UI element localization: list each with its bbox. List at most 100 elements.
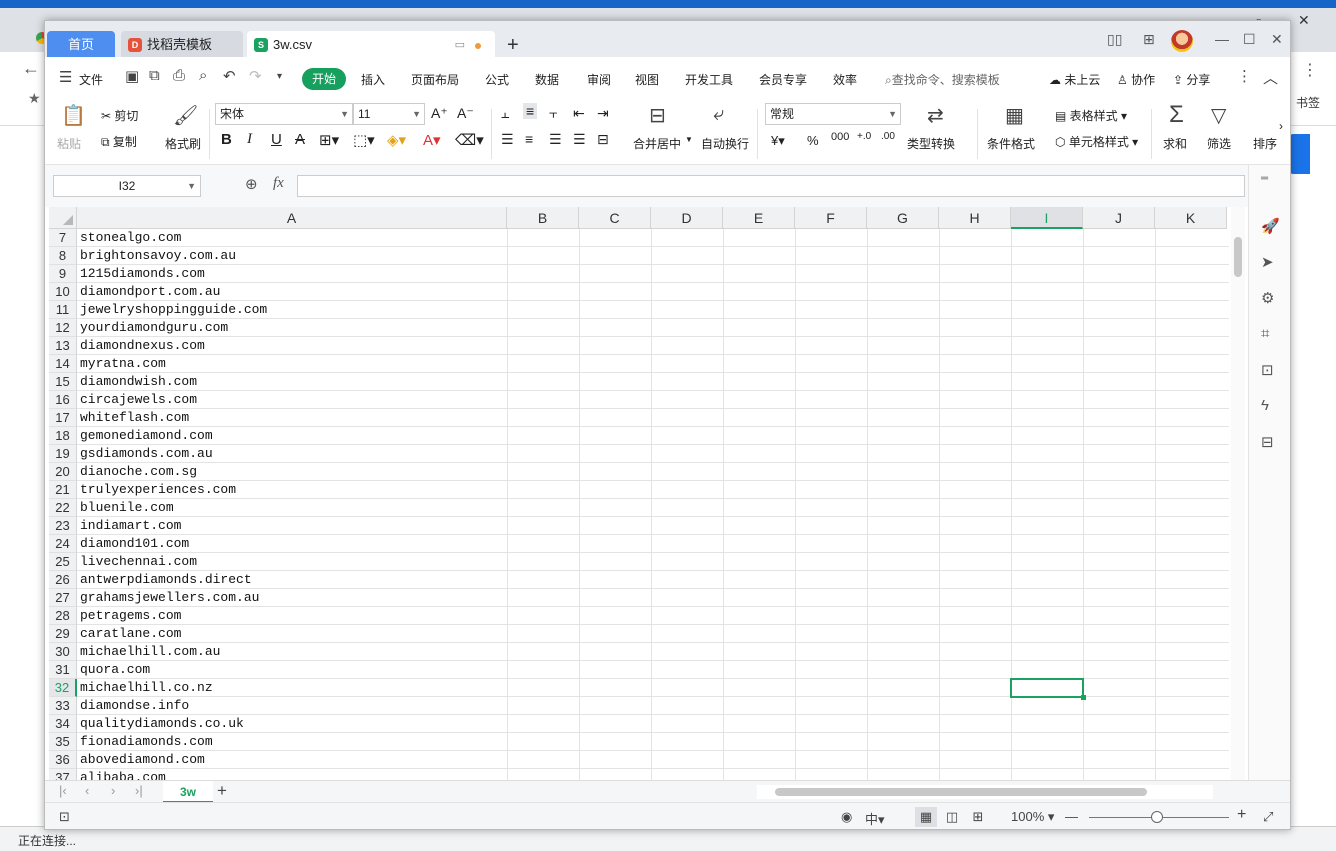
cursor-icon[interactable]: ➤ — [1261, 253, 1274, 271]
row-header[interactable]: 19 — [49, 445, 77, 463]
decrease-decimal-icon[interactable]: .00 — [881, 131, 895, 142]
row-header[interactable]: 23 — [49, 517, 77, 535]
cell-a[interactable]: whiteflash.com — [77, 409, 507, 427]
command-search[interactable]: ⌕查找命令、搜索模板 — [885, 71, 1000, 88]
cell-a[interactable]: diamondnexus.com — [77, 337, 507, 355]
row-header[interactable]: 16 — [49, 391, 77, 409]
share-button[interactable]: ⇪ 分享 — [1173, 71, 1210, 88]
row-header[interactable]: 10 — [49, 283, 77, 301]
row-header[interactable]: 17 — [49, 409, 77, 427]
cell-a[interactable]: bluenile.com — [77, 499, 507, 517]
menu-file[interactable]: 文件 — [79, 71, 103, 88]
browser-close-icon[interactable]: ✕ — [1298, 12, 1310, 29]
last-sheet-icon[interactable]: ›| — [135, 783, 143, 798]
row-header[interactable]: 30 — [49, 643, 77, 661]
tab-home[interactable]: 首页 — [47, 31, 115, 59]
hamburger-icon[interactable]: ☰ — [59, 68, 72, 86]
column-header-d[interactable]: D — [651, 207, 723, 229]
eye-protection-icon[interactable]: ◉ — [841, 809, 852, 825]
format-painter-button[interactable]: 格式刷 — [165, 135, 201, 152]
zoom-level[interactable]: 100% ▾ — [1011, 809, 1054, 825]
distribute-icon[interactable]: ⊟ — [597, 131, 609, 148]
fill-color-icon[interactable]: ◈▾ — [387, 131, 406, 149]
fx-icon[interactable]: fx — [273, 175, 284, 192]
rocket-icon[interactable]: 🚀 — [1261, 217, 1280, 235]
row-header[interactable]: 21 — [49, 481, 77, 499]
tab-docer-templates[interactable]: D 找稻壳模板 — [121, 31, 243, 59]
row-header[interactable]: 35 — [49, 733, 77, 751]
new-tab-icon[interactable]: + — [507, 33, 519, 57]
print-icon[interactable]: ⎙ — [173, 67, 185, 84]
tab-member[interactable]: 会员专享 — [759, 71, 807, 88]
font-size-select[interactable]: 11 ▼ — [353, 103, 425, 125]
sliders-icon[interactable]: ⚙ — [1261, 289, 1274, 307]
next-sheet-icon[interactable]: › — [111, 783, 115, 798]
row-header[interactable]: 32 — [49, 679, 77, 697]
cell-a[interactable]: jewelryshoppingguide.com — [77, 301, 507, 319]
export-icon[interactable]: ⧉ — [149, 67, 160, 84]
horizontal-scroll-thumb[interactable] — [775, 788, 1147, 796]
format-painter-icon[interactable]: 🖌 — [173, 103, 198, 128]
cell-a[interactable]: alibaba.com — [77, 769, 507, 780]
row-header[interactable]: 15 — [49, 373, 77, 391]
cell-a[interactable]: diamondport.com.au — [77, 283, 507, 301]
tab-formula[interactable]: 公式 — [485, 71, 509, 88]
quick-access-dropdown-icon[interactable]: ▾ — [277, 71, 282, 82]
conditional-format-icon[interactable]: ▦ — [1005, 103, 1024, 128]
column-header-c[interactable]: C — [579, 207, 651, 229]
cell-a[interactable]: grahamsjewellers.com.au — [77, 589, 507, 607]
percent-icon[interactable]: % — [807, 133, 819, 148]
lightning-icon[interactable]: ϟ — [1261, 397, 1269, 414]
wrap-text-icon[interactable]: ⤶ — [713, 103, 724, 126]
row-header[interactable]: 24 — [49, 535, 77, 553]
strikethrough-icon[interactable]: A — [295, 131, 305, 148]
selected-cell[interactable] — [1010, 678, 1086, 700]
status-mode-icon[interactable]: ⊡ — [59, 809, 70, 825]
browser-blue-button[interactable] — [1290, 134, 1310, 174]
align-center-icon[interactable]: ≡ — [525, 131, 533, 147]
cell-a[interactable]: michaelhill.com.au — [77, 643, 507, 661]
page-layout-icon[interactable]: ▯▯ — [1107, 31, 1122, 48]
bold-icon[interactable]: B — [221, 131, 232, 148]
row-header[interactable]: 13 — [49, 337, 77, 355]
row-header[interactable]: 27 — [49, 589, 77, 607]
cell-a[interactable]: diamondwish.com — [77, 373, 507, 391]
filter-icon[interactable]: ▽ — [1211, 103, 1226, 128]
column-header-j[interactable]: J — [1083, 207, 1155, 229]
eraser-icon[interactable]: ⌫▾ — [455, 131, 484, 149]
tab-efficiency[interactable]: 效率 — [833, 71, 857, 88]
increase-decimal-icon[interactable]: +.0 — [857, 131, 871, 142]
column-header-b[interactable]: B — [507, 207, 579, 229]
sum-icon[interactable]: Σ — [1169, 101, 1184, 129]
collapse-ribbon-icon[interactable]: ︿ — [1263, 67, 1278, 88]
borders-icon[interactable]: ⊞▾ — [319, 131, 339, 149]
cell-a[interactable]: stonealgo.com — [77, 229, 507, 247]
row-header[interactable]: 22 — [49, 499, 77, 517]
row-header[interactable]: 12 — [49, 319, 77, 337]
font-name-select[interactable]: 宋体 ▼ — [215, 103, 353, 125]
align-top-icon[interactable]: ⫠ — [501, 105, 509, 122]
row-header[interactable]: 25 — [49, 553, 77, 571]
indent-decrease-icon[interactable]: ⇤ — [573, 105, 585, 122]
prev-sheet-icon[interactable]: ‹ — [85, 783, 89, 798]
column-header-i[interactable]: I — [1011, 207, 1083, 229]
tab-view[interactable]: 视图 — [635, 71, 659, 88]
print-preview-icon[interactable]: ⌕ — [199, 67, 207, 84]
cell-a[interactable]: brightonsavoy.com.au — [77, 247, 507, 265]
cell-a[interactable]: gsdiamonds.com.au — [77, 445, 507, 463]
underline-icon[interactable]: U — [271, 131, 282, 148]
type-convert-button[interactable]: 类型转换 — [907, 135, 955, 152]
maximize-icon[interactable]: ☐ — [1243, 31, 1256, 48]
close-icon[interactable]: ✕ — [1271, 31, 1283, 48]
row-header[interactable]: 14 — [49, 355, 77, 373]
cell-a[interactable]: diamondse.info — [77, 697, 507, 715]
book-search-icon[interactable]: ⊟ — [1261, 433, 1274, 451]
decrease-font-icon[interactable]: A⁻ — [457, 105, 474, 122]
browser-menu-icon[interactable]: ⋮ — [1302, 60, 1318, 80]
save-icon[interactable]: ▣ — [125, 67, 139, 85]
page-layout-view-icon[interactable]: ⊞ — [967, 807, 989, 827]
zoom-in-icon[interactable]: + — [1237, 806, 1246, 824]
cell-a[interactable]: abovediamond.com — [77, 751, 507, 769]
formula-input[interactable] — [297, 175, 1245, 197]
bookmark-star-icon[interactable]: ★ — [28, 90, 41, 107]
